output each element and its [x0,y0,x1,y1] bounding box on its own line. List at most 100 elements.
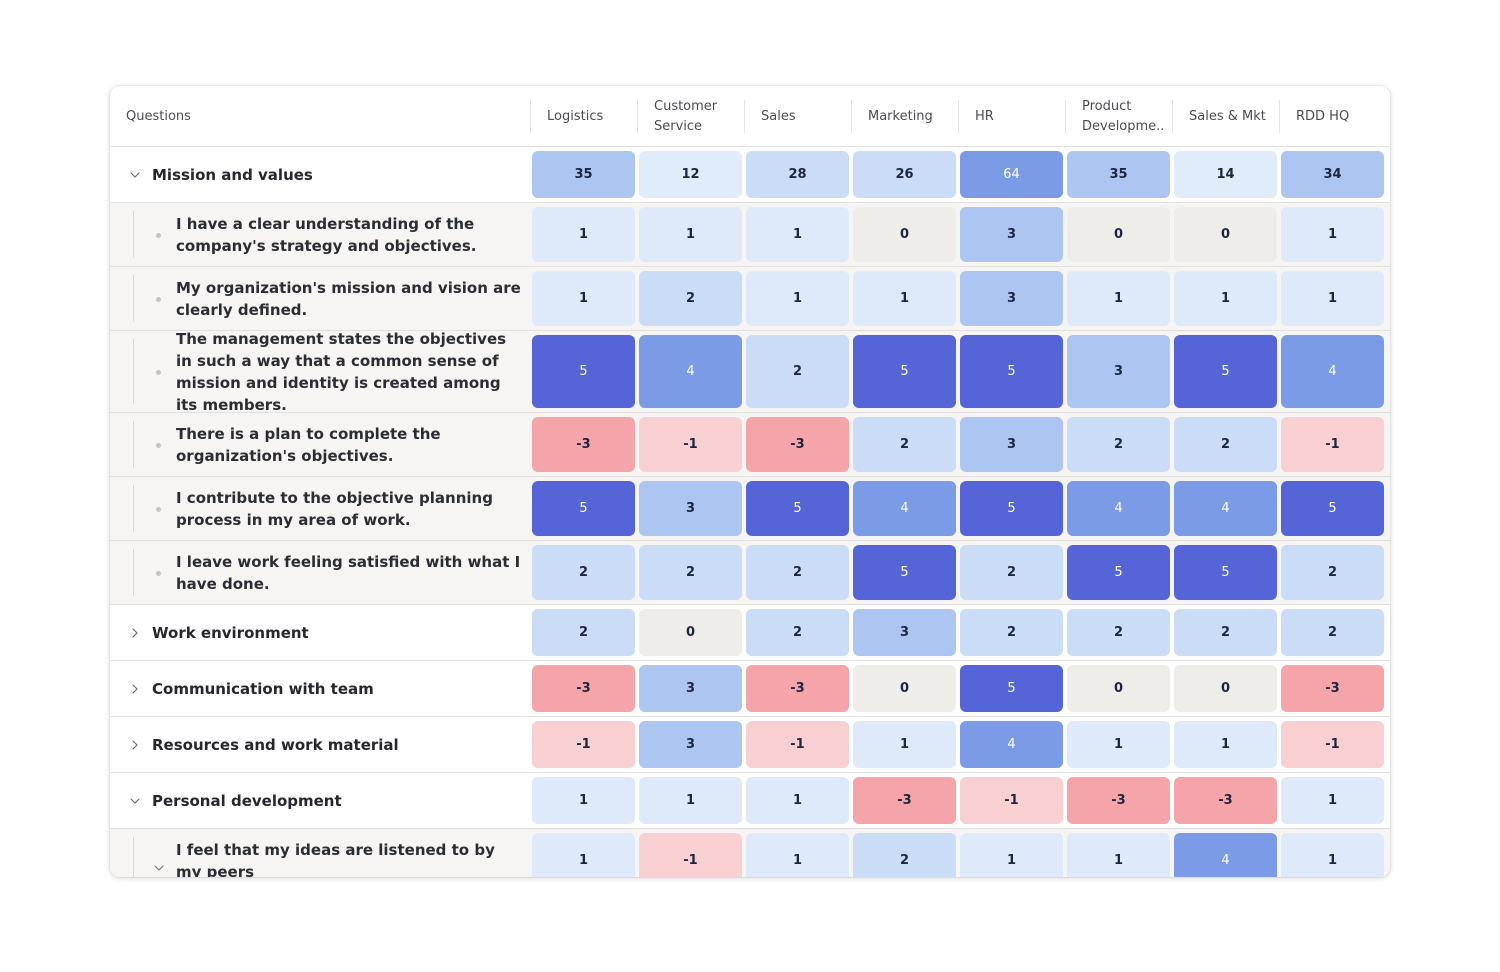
chevron-down-icon[interactable] [128,794,142,808]
score-cell[interactable]: 5 [1281,481,1384,536]
score-cell[interactable]: 3 [853,609,956,656]
score-cell[interactable]: 1 [746,833,849,877]
score-cell[interactable]: -1 [639,833,742,877]
score-cell[interactable]: -3 [1174,777,1277,824]
score-cell[interactable]: -1 [1281,721,1384,768]
score-cell[interactable]: 5 [960,665,1063,712]
score-cell[interactable]: 1 [746,271,849,326]
score-cell[interactable]: -1 [639,417,742,472]
score-cell[interactable]: 1 [853,721,956,768]
score-cell[interactable]: 3 [960,271,1063,326]
chevron-down-icon[interactable] [128,168,142,182]
score-cell[interactable]: 2 [853,833,956,877]
score-cell[interactable]: 0 [639,609,742,656]
score-cell[interactable]: 2 [639,271,742,326]
score-cell[interactable]: 3 [1067,335,1170,408]
score-cell[interactable]: 5 [1174,335,1277,408]
score-cell[interactable]: 2 [532,545,635,600]
column-header-sales[interactable]: Sales [744,100,851,133]
score-cell[interactable]: 5 [960,335,1063,408]
score-cell[interactable]: 4 [960,721,1063,768]
score-cell[interactable]: 4 [853,481,956,536]
chevron-right-icon[interactable] [128,626,142,640]
score-cell[interactable]: -1 [1281,417,1384,472]
score-cell[interactable]: 0 [1067,665,1170,712]
category-row[interactable]: Communication with team -3 3 -3 0 5 0 0 -3 [110,661,1390,717]
score-cell[interactable]: 1 [1067,833,1170,877]
score-cell[interactable]: -3 [853,777,956,824]
category-row[interactable]: Mission and values 35 12 28 26 64 35 14 34 [110,147,1390,203]
score-cell[interactable]: 5 [532,335,635,408]
score-cell[interactable]: 1 [1281,207,1384,262]
score-cell[interactable]: 1 [853,271,956,326]
score-cell[interactable]: 3 [639,481,742,536]
score-cell[interactable]: 1 [746,207,849,262]
score-cell[interactable]: -3 [746,417,849,472]
score-cell[interactable]: 2 [853,417,956,472]
score-cell[interactable]: 2 [1281,609,1384,656]
score-cell[interactable]: -3 [532,417,635,472]
score-cell[interactable]: 26 [853,151,956,198]
score-cell[interactable]: 2 [960,609,1063,656]
score-cell[interactable]: 2 [1067,417,1170,472]
score-cell[interactable]: 0 [1067,207,1170,262]
column-header-hr[interactable]: HR [958,100,1065,133]
score-cell[interactable]: 4 [639,335,742,408]
score-cell[interactable]: -3 [532,665,635,712]
score-cell[interactable]: 4 [1174,481,1277,536]
column-header-customer-service[interactable]: Customer Service [637,99,744,134]
score-cell[interactable]: 2 [746,335,849,408]
score-cell[interactable]: 1 [746,777,849,824]
score-cell[interactable]: 1 [1067,271,1170,326]
score-cell[interactable]: 5 [746,481,849,536]
score-cell[interactable]: 5 [853,545,956,600]
score-cell[interactable]: 1 [1174,721,1277,768]
score-cell[interactable]: 1 [1281,833,1384,877]
score-cell[interactable]: 1 [639,777,742,824]
column-header-questions[interactable]: Questions [126,100,526,133]
question-row[interactable]: I feel that my ideas are listened to by … [110,829,1390,877]
score-cell[interactable]: 3 [960,417,1063,472]
score-cell[interactable]: 5 [960,481,1063,536]
question-row[interactable]: My organization's mission and vision are… [110,267,1390,331]
score-cell[interactable]: 35 [1067,151,1170,198]
score-cell[interactable]: 2 [746,545,849,600]
score-cell[interactable]: 35 [532,151,635,198]
score-cell[interactable]: 2 [1281,545,1384,600]
score-cell[interactable]: 5 [1067,545,1170,600]
question-row[interactable]: I leave work feeling satisfied with what… [110,541,1390,605]
question-row[interactable]: I have a clear understanding of the comp… [110,203,1390,267]
question-row[interactable]: I contribute to the objective planning p… [110,477,1390,541]
score-cell[interactable]: 2 [1174,609,1277,656]
score-cell[interactable]: 1 [1281,271,1384,326]
score-cell[interactable]: 1 [960,833,1063,877]
score-cell[interactable]: 5 [532,481,635,536]
score-cell[interactable]: 2 [746,609,849,656]
column-header-rdd-hq[interactable]: RDD HQ [1279,100,1386,133]
score-cell[interactable]: 0 [853,207,956,262]
score-cell[interactable]: -1 [746,721,849,768]
score-cell[interactable]: 5 [1174,545,1277,600]
score-cell[interactable]: 2 [639,545,742,600]
score-cell[interactable]: 3 [960,207,1063,262]
column-header-marketing[interactable]: Marketing [851,100,958,133]
chevron-down-icon[interactable] [152,860,166,874]
score-cell[interactable]: 3 [639,721,742,768]
score-cell[interactable]: 0 [1174,665,1277,712]
score-cell[interactable]: 64 [960,151,1063,198]
column-header-product-developme[interactable]: Product Developme... [1065,99,1172,134]
score-cell[interactable]: 28 [746,151,849,198]
score-cell[interactable]: 34 [1281,151,1384,198]
score-cell[interactable]: -3 [1067,777,1170,824]
score-cell[interactable]: 2 [960,545,1063,600]
score-cell[interactable]: 1 [532,207,635,262]
score-cell[interactable]: 1 [1067,721,1170,768]
category-row[interactable]: Work environment 2 0 2 3 2 2 2 2 [110,605,1390,661]
score-cell[interactable]: 2 [1174,417,1277,472]
score-cell[interactable]: 1 [532,271,635,326]
score-cell[interactable]: -3 [746,665,849,712]
score-cell[interactable]: 12 [639,151,742,198]
score-cell[interactable]: 2 [1067,609,1170,656]
score-cell[interactable]: -1 [960,777,1063,824]
score-cell[interactable]: -1 [532,721,635,768]
